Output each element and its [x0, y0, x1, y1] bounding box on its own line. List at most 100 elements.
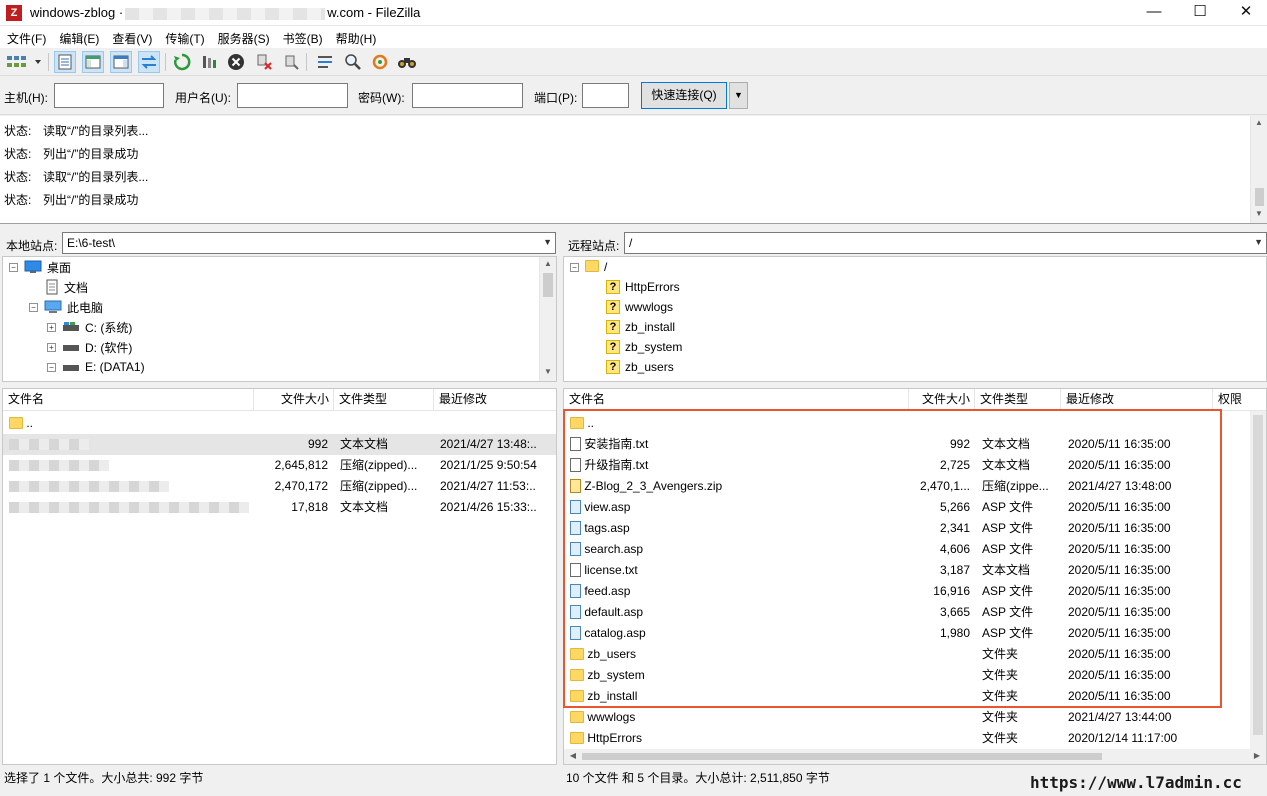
tree-item-drive-e[interactable]: − E: (DATA1) [47, 357, 145, 377]
file-name: Z-Blog_2_3_Avengers.zip [570, 476, 908, 497]
column-size[interactable]: 文件大小 [909, 389, 975, 411]
site-manager-button[interactable] [4, 51, 44, 73]
column-permissions[interactable]: 权限 [1213, 389, 1253, 411]
toggle-queue-button[interactable] [138, 51, 160, 73]
filter-button[interactable] [314, 51, 336, 73]
tree-item-documents[interactable]: 文档 [45, 277, 88, 297]
list-item[interactable]: 升级指南.txt 2,725 文本文档 2020/5/11 16:35:00 [564, 455, 1266, 476]
toggle-local-tree-button[interactable] [82, 51, 104, 73]
column-name[interactable]: 文件名 [3, 389, 254, 411]
list-item[interactable]: view.asp 5,266 ASP 文件 2020/5/11 16:35:00 [564, 497, 1266, 518]
column-type[interactable]: 文件类型 [975, 389, 1061, 411]
tree-item-drive-c[interactable]: + C: (系统) [47, 317, 132, 337]
list-item[interactable]: HttpErrors 文件夹 2020/12/14 11:17:00 [564, 728, 1266, 749]
menu-view[interactable]: 查看(V) [105, 26, 158, 47]
file-type: ASP 文件 [982, 542, 1034, 556]
refresh-button[interactable] [171, 51, 193, 73]
toggle-log-button[interactable] [54, 51, 76, 73]
text-file-icon [570, 457, 581, 472]
list-item[interactable]: .. [564, 413, 1266, 434]
tree-item-zb-system[interactable]: ? zb_system [606, 337, 682, 357]
text-file-icon [570, 562, 581, 577]
quickconnect-history-dropdown[interactable]: ▼ [729, 82, 748, 109]
menu-help[interactable]: 帮助(H) [329, 26, 383, 47]
username-input[interactable] [237, 83, 348, 108]
menu-edit[interactable]: 编辑(E) [52, 26, 105, 47]
local-tree-scrollbar[interactable]: ▲ ▼ [539, 257, 556, 381]
list-item[interactable]: zb_system 文件夹 2020/5/11 16:35:00 [564, 665, 1266, 686]
cancel-button[interactable] [225, 51, 247, 73]
quickconnect-button[interactable]: 快速连接(Q) [641, 82, 727, 109]
tree-item-drive-d[interactable]: + D: (软件) [47, 337, 132, 357]
list-item[interactable]: wwwlogs 文件夹 2021/4/27 13:44:00 [564, 707, 1266, 728]
column-name[interactable]: 文件名 [564, 389, 909, 411]
close-button[interactable]: ✕ [1223, 0, 1267, 26]
file-size: 3,665 [939, 605, 970, 619]
host-input[interactable] [54, 83, 164, 108]
list-item[interactable]: catalog.asp 1,980 ASP 文件 2020/5/11 16:35:00 [564, 623, 1266, 644]
tree-item-desktop[interactable]: − 桌面 [9, 257, 71, 277]
file-modified: 2020/5/11 16:35:00 [1068, 605, 1171, 619]
menu-file[interactable]: 文件(F) [0, 26, 52, 47]
reconnect-button[interactable] [280, 51, 302, 73]
column-modified[interactable]: 最近修改 [1061, 389, 1213, 411]
disconnect-button[interactable] [253, 51, 275, 73]
tree-item-root[interactable]: − / [570, 257, 607, 277]
tree-item-this-pc[interactable]: − 此电脑 [29, 297, 103, 317]
sync-icon [372, 54, 388, 70]
menu-server[interactable]: 服务器(S) [211, 26, 276, 47]
list-item[interactable]: license.txt 3,187 文本文档 2020/5/11 16:35:00 [564, 560, 1266, 581]
menu-bookmarks[interactable]: 书签(B) [276, 26, 329, 47]
search-button[interactable] [396, 51, 418, 73]
file-modified: 2020/5/11 16:35:00 [1068, 437, 1171, 451]
list-item[interactable]: 17,818 文本文档 2021/4/26 15:33:.. [3, 497, 556, 518]
remote-list-scrollbar[interactable] [1250, 411, 1266, 749]
file-type: 文件夹 [982, 731, 1019, 745]
asp-file-icon [570, 583, 581, 598]
remote-horizontal-scrollbar[interactable]: ◀ ▶ [564, 749, 1266, 764]
list-item[interactable]: zb_install 文件夹 2020/5/11 16:35:00 [564, 686, 1266, 707]
watermark: https://www.l7admin.cc [1030, 773, 1242, 792]
chevron-up-icon: ▲ [1255, 118, 1263, 127]
file-name: HttpErrors [570, 728, 908, 749]
list-item[interactable]: .. [3, 413, 556, 434]
list-item[interactable]: zb_users 文件夹 2020/5/11 16:35:00 [564, 644, 1266, 665]
compare-button[interactable] [342, 51, 364, 73]
list-item[interactable]: feed.asp 16,916 ASP 文件 2020/5/11 16:35:00 [564, 581, 1266, 602]
expand-icon: + [47, 342, 56, 352]
tree-item-zb-users[interactable]: ? zb_users [606, 357, 674, 377]
port-input[interactable] [582, 83, 629, 108]
process-queue-button[interactable] [198, 51, 220, 73]
list-item[interactable]: default.asp 3,665 ASP 文件 2020/5/11 16:35:00 [564, 602, 1266, 623]
file-name: license.txt [570, 560, 908, 581]
minimize-button[interactable]: — [1131, 0, 1177, 26]
tree-item-httperrors[interactable]: ? HttpErrors [606, 277, 680, 297]
list-item[interactable]: Z-Blog_2_3_Avengers.zip 2,470,1... 压缩(zipp… [564, 476, 1266, 497]
redacted-filename [9, 460, 109, 472]
remote-tree: − / ? HttpErrors ? wwwlogs ? zb_install ? zb… [563, 256, 1267, 382]
local-path-combo[interactable]: E:\6-test\ ▼ [62, 232, 556, 254]
menu-transfer[interactable]: 传输(T) [158, 26, 210, 47]
log-scrollbar[interactable]: ▲ ▼ [1250, 116, 1267, 223]
column-size[interactable]: 文件大小 [254, 389, 334, 411]
toggle-remote-tree-button[interactable] [110, 51, 132, 73]
list-item[interactable]: 2,470,172 压缩(zipped)... 2021/4/27 11:53:… [3, 476, 556, 497]
drive-icon [63, 322, 79, 331]
tree-item-zb-install[interactable]: ? zb_install [606, 317, 675, 337]
list-item[interactable]: 安装指南.txt 992 文本文档 2020/5/11 16:35:00 [564, 434, 1266, 455]
sync-browse-button[interactable] [369, 51, 391, 73]
list-item[interactable]: 992 文本文档 2021/4/27 13:48:.. [3, 434, 556, 455]
tree-item-wwwlogs[interactable]: ? wwwlogs [606, 297, 673, 317]
list-item[interactable]: 2,645,812 压缩(zipped)... 2021/1/25 9:50:5… [3, 455, 556, 476]
column-type[interactable]: 文件类型 [334, 389, 434, 411]
file-size: 1,980 [939, 626, 970, 640]
chevron-left-icon: ◀ [569, 751, 577, 760]
list-item[interactable]: tags.asp 2,341 ASP 文件 2020/5/11 16:35:00 [564, 518, 1266, 539]
title-suffix: w.com - FileZilla [327, 5, 421, 20]
password-label: 密码(W): [358, 91, 405, 105]
password-input[interactable] [412, 83, 523, 108]
column-modified[interactable]: 最近修改 [434, 389, 556, 411]
remote-path-combo[interactable]: / ▼ [624, 232, 1267, 254]
list-item[interactable]: search.asp 4,606 ASP 文件 2020/5/11 16:35:00 [564, 539, 1266, 560]
maximize-button[interactable]: ☐ [1177, 0, 1223, 26]
